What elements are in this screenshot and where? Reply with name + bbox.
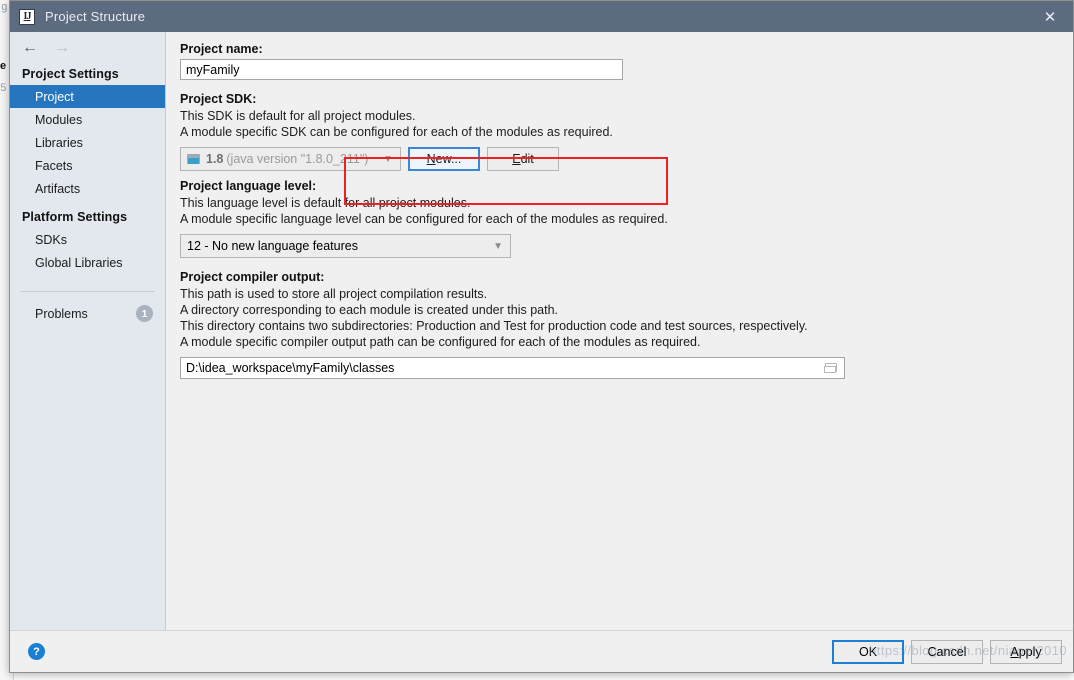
footer-button-group: OK Cancel Apply: [832, 639, 1062, 664]
project-sdk-label: Project SDK:: [180, 92, 257, 106]
dialog-title: Project Structure: [45, 9, 146, 24]
language-level-select[interactable]: 12 - No new language features ▼: [180, 234, 511, 258]
cancel-button[interactable]: Cancel: [911, 639, 983, 664]
project-structure-dialog: IJ Project Structure ✕ ← → Project Setti…: [9, 0, 1074, 673]
project-settings-panel: Project name: myFamily Project SDK: This…: [166, 32, 1073, 632]
project-sdk-select[interactable]: 1.8 (java version "1.8.0_211") ▼: [180, 147, 401, 171]
sidebar-item-label: Problems: [35, 306, 88, 321]
apply-mnemonic: A: [1010, 644, 1019, 659]
language-level-value: 12 - No new language features: [187, 239, 358, 253]
sidebar-item-sdks[interactable]: SDKs: [10, 228, 165, 251]
help-icon-glyph: ?: [33, 645, 40, 658]
sdk-description: (java version "1.8.0_211"): [226, 152, 369, 166]
sdk-version: 1.8: [206, 152, 224, 166]
new-sdk-label-rest: ew...: [435, 152, 462, 166]
project-name-input[interactable]: myFamily: [180, 59, 623, 80]
app-logo-text: IJ: [23, 10, 32, 22]
sidebar-item-modules[interactable]: Modules: [10, 108, 165, 131]
compiler-output-desc-3: This directory contains two subdirectori…: [180, 319, 808, 333]
intellij-logo-icon: IJ: [19, 8, 35, 25]
project-name-label: Project name:: [180, 42, 263, 56]
sidebar-item-label: Libraries: [35, 135, 83, 150]
folder-icon: [824, 362, 838, 374]
sidebar-item-project[interactable]: Project: [10, 85, 165, 108]
sidebar-item-label: SDKs: [35, 232, 67, 247]
cancel-button-label: Cancel: [927, 644, 967, 659]
compiler-output-desc-2: A directory corresponding to each module…: [180, 303, 558, 317]
sidebar-divider: [20, 291, 155, 292]
apply-button[interactable]: Apply: [990, 639, 1062, 664]
arrow-right-icon[interactable]: →: [54, 39, 70, 56]
bg-fragment: e: [0, 60, 7, 72]
arrow-left-icon[interactable]: ←: [22, 39, 38, 56]
sidebar-item-label: Global Libraries: [35, 255, 123, 270]
project-sdk-desc-1: This SDK is default for all project modu…: [180, 109, 416, 123]
edit-sdk-button[interactable]: Edit: [487, 147, 559, 171]
chevron-down-icon: ▼: [383, 153, 393, 165]
problems-badge: 1: [136, 305, 153, 322]
language-level-desc-2: A module specific language level can be …: [180, 212, 668, 226]
language-level-desc-1: This language level is default for all p…: [180, 196, 471, 210]
dialog-footer: ? OK Cancel Apply: [10, 630, 1073, 672]
sidebar-item-facets[interactable]: Facets: [10, 154, 165, 177]
sidebar-item-libraries[interactable]: Libraries: [10, 131, 165, 154]
sidebar-item-artifacts[interactable]: Artifacts: [10, 177, 165, 200]
project-name-value: myFamily: [186, 62, 240, 77]
sidebar-navigation-bar: ← →: [10, 32, 165, 63]
close-icon[interactable]: ✕: [1027, 1, 1073, 32]
bg-fragment: g: [1, 2, 8, 14]
edit-sdk-mnemonic: E: [512, 152, 521, 166]
compiler-output-desc-4: A module specific compiler output path c…: [180, 335, 701, 349]
language-level-label: Project language level:: [180, 179, 317, 193]
sidebar-item-label: Modules: [35, 112, 83, 127]
sidebar-item-label: Project: [35, 89, 74, 104]
sidebar-item-label: Artifacts: [35, 181, 81, 196]
project-sdk-desc-2: A module specific SDK can be configured …: [180, 125, 613, 139]
compiler-output-input[interactable]: D:\idea_workspace\myFamily\classes: [180, 357, 845, 379]
sidebar-item-global-libraries[interactable]: Global Libraries: [10, 251, 165, 274]
edit-sdk-label-rest: dit: [520, 152, 534, 166]
sidebar-group-platform-settings: Platform Settings: [22, 210, 128, 224]
new-sdk-button[interactable]: New...: [408, 147, 480, 171]
sdk-folder-icon: [187, 153, 201, 165]
new-sdk-mnemonic: N: [426, 152, 436, 166]
browse-folder-button[interactable]: [818, 358, 844, 378]
compiler-output-value: D:\idea_workspace\myFamily\classes: [186, 361, 395, 375]
ok-button[interactable]: OK: [832, 639, 904, 664]
sidebar-item-problems[interactable]: Problems 1: [10, 302, 165, 325]
sidebar-group-project-settings: Project Settings: [22, 67, 119, 81]
sidebar-item-label: Facets: [35, 158, 73, 173]
dialog-body: ← → Project Settings Project Modules Lib…: [10, 32, 1073, 632]
dialog-titlebar: IJ Project Structure ✕: [10, 1, 1073, 32]
apply-label-rest: pply: [1018, 644, 1042, 659]
chevron-down-icon: ▼: [493, 240, 503, 252]
ok-button-label: OK: [858, 644, 878, 659]
compiler-output-label: Project compiler output:: [180, 270, 325, 284]
project-sdk-row: 1.8 (java version "1.8.0_211") ▼ New... …: [180, 147, 1059, 171]
settings-sidebar: ← → Project Settings Project Modules Lib…: [10, 32, 166, 632]
help-icon[interactable]: ?: [28, 643, 45, 660]
compiler-output-desc-1: This path is used to store all project c…: [180, 287, 488, 301]
